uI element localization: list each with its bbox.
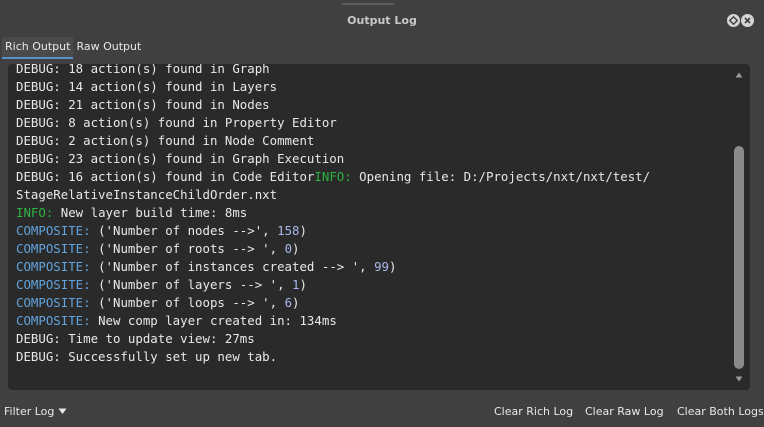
log-composite-tag: COMPOSITE:: [16, 277, 99, 292]
log-text: DEBUG: 21 action(s) found in Nodes: [16, 97, 270, 112]
log-composite-tag: COMPOSITE:: [16, 295, 99, 310]
log-panel[interactable]: DEBUG: 18 action(s) found in Graph DEBUG:…: [8, 64, 750, 390]
log-line: DEBUG: 16 action(s) found in Code Editor…: [16, 168, 728, 186]
tab-rich-output[interactable]: Rich Output: [2, 37, 74, 59]
log-text: DEBUG: 18 action(s) found in Graph: [16, 64, 270, 76]
log-line: COMPOSITE: ('Number of loops --> ', 6): [16, 294, 728, 312]
log-number: 99: [374, 259, 389, 274]
log-line: DEBUG: 23 action(s) found in Graph Execu…: [16, 150, 728, 168]
log-text: New comp layer created in: 134ms: [98, 313, 337, 328]
log-number: 6: [284, 295, 293, 310]
log-line: DEBUG: 21 action(s) found in Nodes: [16, 96, 728, 114]
log-text: ('Number of instances created --> ',: [98, 259, 375, 274]
triangle-down-icon: [58, 408, 67, 414]
float-button[interactable]: [727, 14, 740, 27]
clear-both-logs-button[interactable]: Clear Both Logs: [677, 405, 764, 418]
log-number: 0: [284, 241, 293, 256]
log-line: StageRelativeInstanceChildOrder.nxt: [16, 186, 728, 204]
footer-toolbar: Filter Log Clear Rich Log Clear Raw Log …: [0, 400, 764, 424]
log-text: Opening file: D:/Projects/nxt/nxt/test/: [359, 169, 651, 184]
log-line: COMPOSITE: ('Number of layers --> ', 1): [16, 276, 728, 294]
log-text: New layer build time: 8ms: [60, 205, 248, 220]
log-composite-tag: COMPOSITE:: [16, 313, 99, 328]
output-tabs: Rich Output Raw Output: [2, 37, 144, 59]
log-text: DEBUG: 14 action(s) found in Layers: [16, 79, 278, 94]
log-info-tag: INFO:: [314, 169, 360, 184]
log-line: COMPOSITE: ('Number of instances created…: [16, 258, 728, 276]
tab-raw-output[interactable]: Raw Output: [73, 37, 144, 57]
scroll-down-arrow-icon[interactable]: [734, 374, 744, 384]
log-text: DEBUG: 16 action(s) found in Code Editor: [16, 169, 315, 184]
log-line: DEBUG: 8 action(s) found in Property Edi…: [16, 114, 728, 132]
log-text: DEBUG: Successfully set up new tab.: [16, 349, 278, 364]
log-line: DEBUG: 14 action(s) found in Layers: [16, 78, 728, 96]
log-composite-tag: COMPOSITE:: [16, 259, 99, 274]
log-content: DEBUG: 18 action(s) found in Graph DEBUG:…: [16, 64, 728, 366]
log-composite-tag: COMPOSITE:: [16, 223, 99, 238]
clear-rich-log-button[interactable]: Clear Rich Log: [494, 405, 573, 418]
log-line: DEBUG: 18 action(s) found in Graph: [16, 64, 728, 78]
log-number: 1: [292, 277, 300, 292]
log-text: ('Number of roots --> ',: [98, 241, 285, 256]
log-text: ): [299, 277, 307, 292]
log-text: DEBUG: Time to update view: 27ms: [16, 331, 255, 346]
log-text: ): [389, 259, 397, 274]
log-text: ): [292, 295, 300, 310]
log-info-tag: INFO:: [16, 205, 61, 220]
log-text: StageRelativeInstanceChildOrder.nxt: [16, 187, 278, 202]
scroll-up-arrow-icon[interactable]: [734, 70, 744, 80]
float-icon: [729, 16, 738, 25]
clear-raw-log-button[interactable]: Clear Raw Log: [585, 405, 664, 418]
log-line: DEBUG: 2 action(s) found in Node Comment: [16, 132, 728, 150]
window-title: Output Log: [347, 14, 417, 27]
log-text: ('Number of nodes -->',: [98, 223, 278, 238]
log-line: DEBUG: Successfully set up new tab.: [16, 348, 728, 366]
log-text: ('Number of layers --> ',: [98, 277, 293, 292]
log-number: 158: [277, 223, 300, 238]
scrollbar-thumb[interactable]: [734, 146, 744, 369]
filter-log-label: Filter Log: [4, 405, 55, 418]
log-line: DEBUG: Time to update view: 27ms: [16, 330, 728, 348]
log-line: COMPOSITE: ('Number of roots --> ', 0): [16, 240, 728, 258]
log-text: DEBUG: 23 action(s) found in Graph Execu…: [16, 151, 345, 166]
log-line: INFO: New layer build time: 8ms: [16, 204, 728, 222]
filter-log-dropdown[interactable]: Filter Log: [4, 405, 67, 418]
log-text: ('Number of loops --> ',: [98, 295, 285, 310]
log-text: ): [299, 223, 307, 238]
close-icon: [744, 17, 751, 24]
log-text: ): [292, 241, 300, 256]
close-button[interactable]: [741, 14, 754, 27]
log-text: DEBUG: 2 action(s) found in Node Comment: [16, 133, 315, 148]
log-text: DEBUG: 8 action(s) found in Property Edi…: [16, 115, 337, 130]
log-composite-tag: COMPOSITE:: [16, 241, 99, 256]
panel-drag-grip[interactable]: [342, 3, 394, 5]
log-line: COMPOSITE: ('Number of nodes -->', 158): [16, 222, 728, 240]
log-line: COMPOSITE: New comp layer created in: 13…: [16, 312, 728, 330]
